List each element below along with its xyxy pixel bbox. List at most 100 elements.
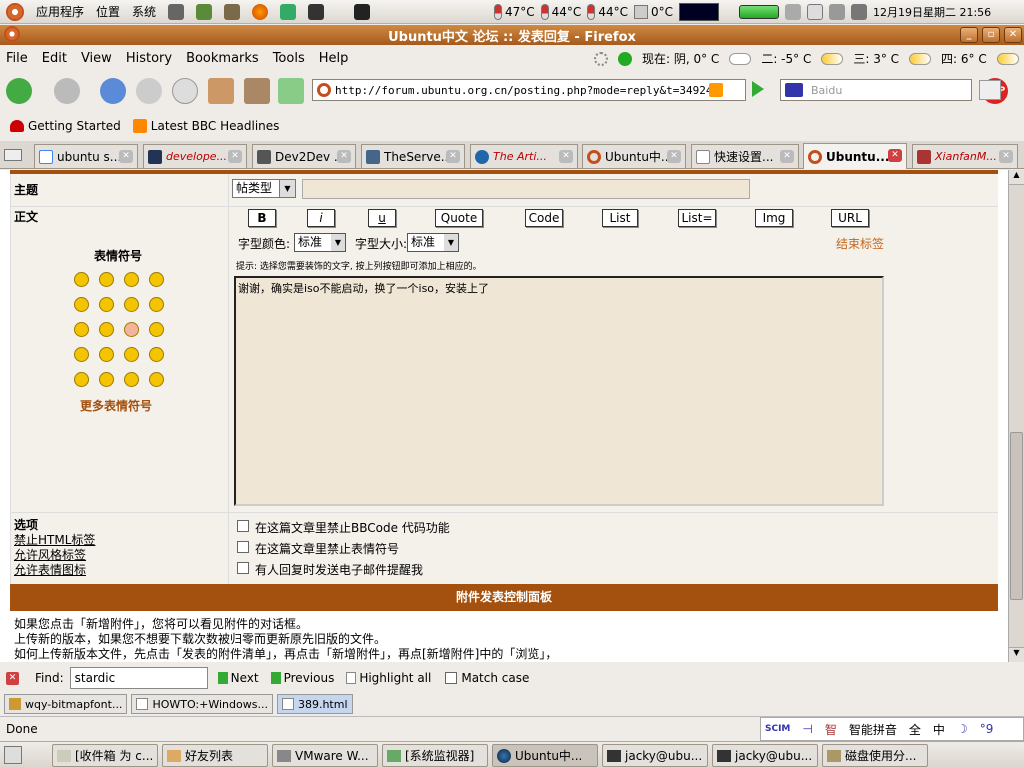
quote-button[interactable]: Quote (435, 209, 483, 227)
message-textarea[interactable]: 谢谢，确实是iso不能启动，换了一个iso，安装上了 (234, 276, 884, 506)
emoticon-icon[interactable] (149, 272, 164, 287)
find-previous-button[interactable]: Previous (270, 671, 334, 685)
highlight-all-button[interactable]: Highlight all (346, 671, 431, 685)
task-email[interactable]: [收件箱 为 c... (52, 744, 158, 767)
back-arrow-icon[interactable] (6, 78, 32, 104)
home-icon[interactable] (208, 78, 234, 104)
menu-applications[interactable]: 应用程序 (36, 3, 84, 20)
smilies-enabled-link[interactable]: 允许表情图标 (14, 561, 86, 578)
tab-the-article[interactable]: The Arti... ✕ (470, 144, 578, 168)
task-terminal[interactable]: jacky@ubu... (712, 744, 818, 767)
find-next-button[interactable]: Next (217, 671, 259, 685)
network-icon[interactable] (828, 4, 845, 20)
emoticon-icon[interactable] (124, 347, 139, 362)
battery-icon[interactable] (738, 5, 779, 19)
task-terminal[interactable]: jacky@ubu... (602, 744, 708, 767)
emoticon-icon[interactable] (99, 322, 114, 337)
window-titlebar[interactable]: Ubuntu中文 论坛 :: 发表回复 - Firefox _ ▫ ✕ (0, 25, 1024, 45)
search-input[interactable]: Baidu (780, 79, 1001, 101)
launcher-icon[interactable] (224, 3, 241, 20)
tab-close-icon[interactable]: ✕ (228, 150, 242, 163)
tab-close-icon[interactable]: ✕ (780, 150, 794, 163)
emoticon-icon[interactable] (99, 297, 114, 312)
clock[interactable]: 12月19日星期二 21:56 (873, 4, 991, 20)
emoticon-icon[interactable] (74, 347, 89, 362)
download-item[interactable]: wqy-bitmapfont... (4, 694, 128, 714)
maximize-button[interactable]: ▫ (982, 27, 1000, 43)
bold-button[interactable]: B (248, 209, 276, 227)
tab-close-icon[interactable]: ✕ (337, 150, 351, 163)
task-buddy-list[interactable]: 好友列表 (162, 744, 268, 767)
stop-icon[interactable] (136, 78, 162, 104)
menu-help[interactable]: Help (319, 51, 349, 66)
topic-type-select[interactable]: 帖类型 ▼ (232, 179, 296, 198)
tab-xianfan[interactable]: XianfanM... ✕ (912, 144, 1018, 168)
emoticon-icon[interactable] (124, 372, 139, 387)
tab-dev2dev[interactable]: Dev2Dev ... ✕ (252, 144, 356, 168)
ordered-list-button[interactable]: List= (678, 209, 716, 227)
scroll-up-icon[interactable]: ▲ (1009, 170, 1024, 185)
underline-button[interactable]: u (368, 209, 396, 227)
emoticon-icon[interactable] (99, 372, 114, 387)
scrollbar-thumb[interactable] (1010, 432, 1023, 600)
menu-places[interactable]: 位置 (96, 3, 120, 20)
task-vmware[interactable]: VMware W... (272, 744, 378, 767)
match-case-checkbox[interactable]: Match case (445, 671, 529, 685)
emoticon-icon[interactable] (149, 322, 164, 337)
list-button[interactable]: List (602, 209, 638, 227)
emoticon-icon[interactable] (124, 272, 139, 287)
emoticon-icon[interactable] (74, 297, 89, 312)
search-engine-icon[interactable] (785, 83, 803, 97)
task-disk-usage[interactable]: 磁盘使用分... (822, 744, 928, 767)
subject-input[interactable] (302, 179, 750, 199)
menu-file[interactable]: File (6, 51, 28, 66)
search-icon[interactable] (979, 80, 1001, 100)
scim-icon[interactable]: SCIM (765, 724, 790, 734)
font-color-select[interactable]: 标准 ▼ (294, 233, 346, 252)
find-input[interactable]: stardic (69, 667, 208, 689)
tab-ubuntu-search[interactable]: ubuntu s... ✕ (34, 144, 138, 168)
download-item[interactable]: 389.html (276, 694, 353, 714)
menu-history[interactable]: History (126, 51, 172, 66)
weather-widget[interactable]: 现在: 阴, 0° C 二: -5° C 三: 3° C 四: 6° C (594, 50, 1019, 67)
download-icon[interactable] (244, 78, 270, 104)
ime-mode-icon[interactable]: 智 (825, 721, 837, 738)
volume-icon[interactable] (850, 4, 867, 20)
launcher-icon[interactable] (168, 3, 185, 20)
emoticon-icon[interactable] (74, 272, 89, 287)
url-button[interactable]: URL (831, 209, 869, 227)
tab-ubuntu-active[interactable]: Ubuntu... ✕ (803, 143, 907, 169)
tab-ubuntu-cn[interactable]: Ubuntu中... ✕ (582, 144, 686, 168)
tab-close-icon[interactable]: ✕ (559, 150, 573, 163)
emoticon-icon[interactable] (124, 322, 139, 337)
tab-close-icon[interactable]: ✕ (999, 150, 1013, 163)
emoticon-icon[interactable] (149, 297, 164, 312)
close-window-button[interactable]: ✕ (1004, 27, 1022, 43)
font-size-select[interactable]: 标准 ▼ (407, 233, 459, 252)
pin-icon[interactable]: ⊣ (802, 722, 812, 736)
emoticon-icon[interactable] (124, 297, 139, 312)
emoticon-icon[interactable] (74, 372, 89, 387)
launcher-icon[interactable] (196, 3, 213, 20)
code-button[interactable]: Code (525, 209, 563, 227)
download-item[interactable]: HOWTO:+Windows... (131, 694, 273, 714)
vertical-scrollbar[interactable]: ▲ ▼ (1008, 170, 1024, 662)
terminal-icon[interactable] (308, 3, 325, 20)
menu-bookmarks[interactable]: Bookmarks (186, 51, 259, 66)
new-tab-icon[interactable] (278, 78, 304, 104)
minimize-button[interactable]: _ (960, 27, 978, 43)
task-firefox-ubuntu[interactable]: Ubuntu中... (492, 744, 598, 767)
punctuation-icon[interactable]: °9 (980, 722, 994, 736)
emoticon-icon[interactable] (149, 347, 164, 362)
menu-view[interactable]: View (81, 51, 112, 66)
tab-close-icon[interactable]: ✕ (446, 150, 460, 163)
tab-close-icon[interactable]: ✕ (667, 150, 681, 163)
more-emoticons-link[interactable]: 更多表情符号 (80, 397, 152, 414)
tab-developerworks[interactable]: develope... ✕ (143, 144, 247, 168)
terminal-icon[interactable] (354, 3, 371, 20)
menu-tools[interactable]: Tools (273, 51, 305, 66)
notify-reply-checkbox[interactable] (237, 562, 249, 574)
forward-arrow-icon[interactable] (54, 78, 80, 104)
rss-icon[interactable] (709, 83, 723, 97)
close-tags-link[interactable]: 结束标签 (836, 235, 884, 252)
